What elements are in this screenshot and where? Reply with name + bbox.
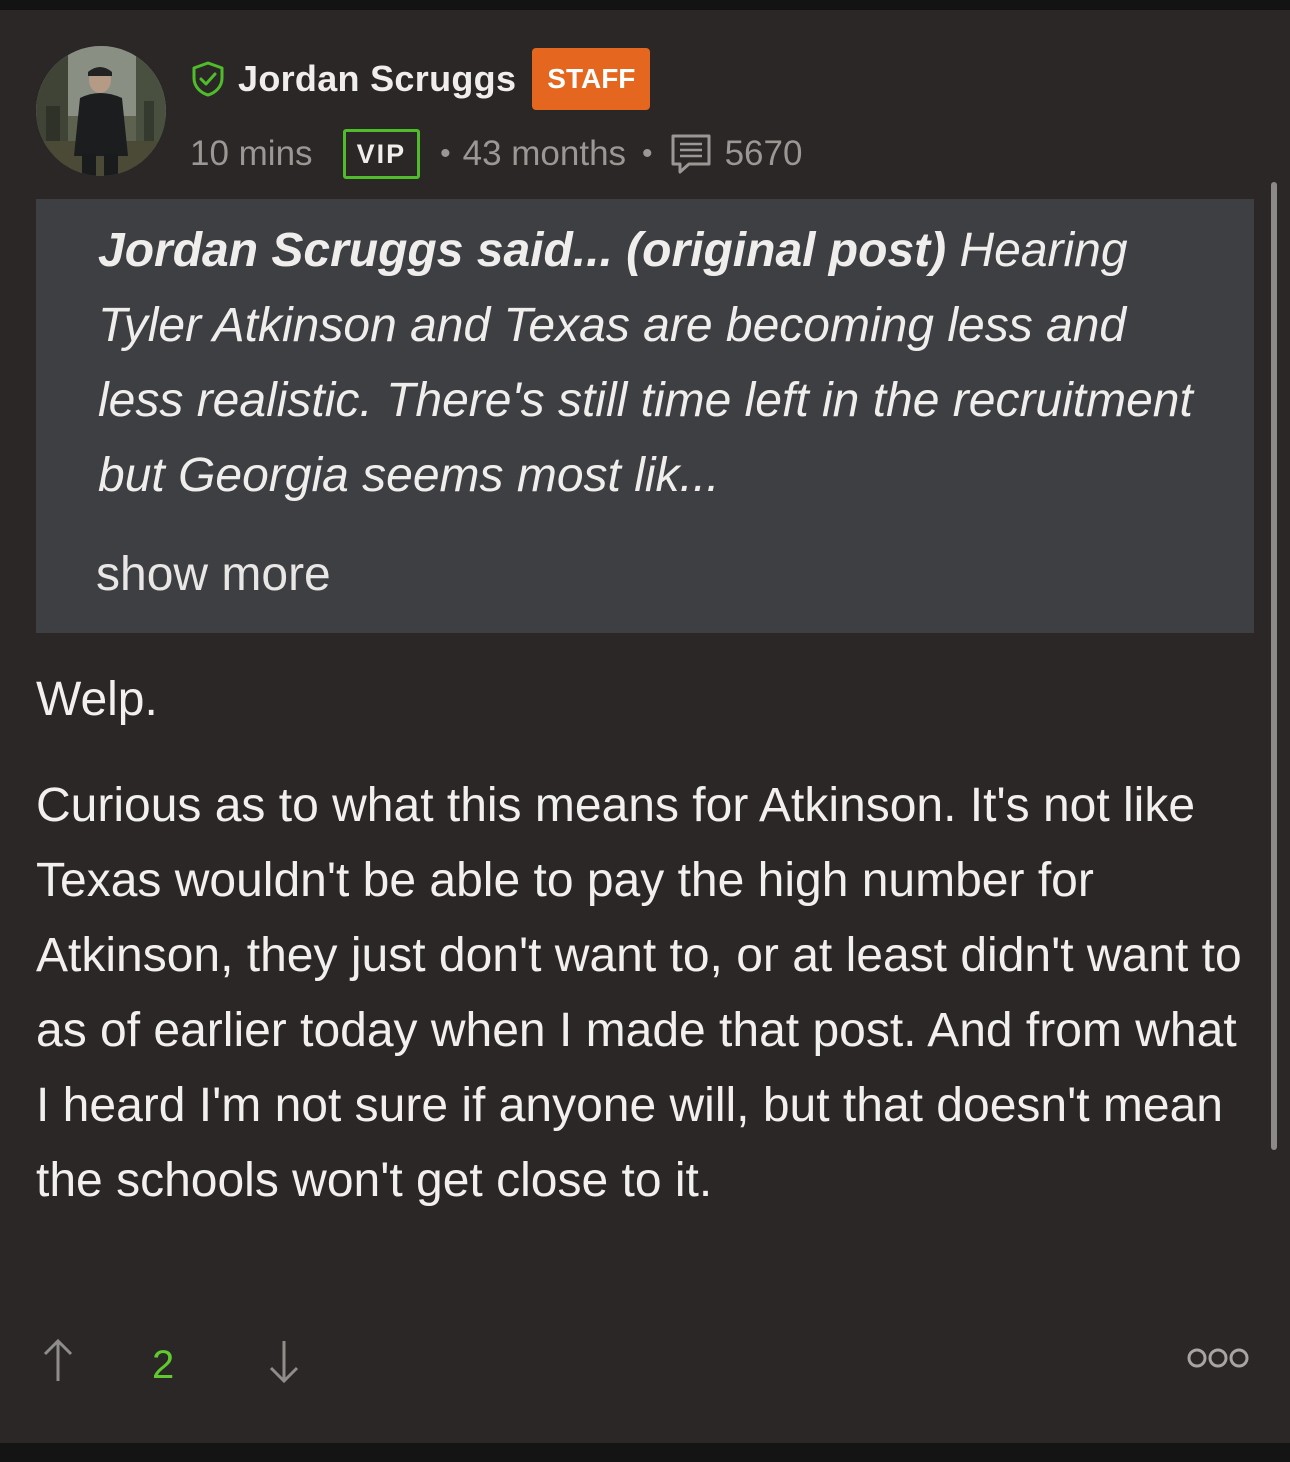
quote-attribution: Jordan Scruggs said... (original post) (98, 224, 947, 277)
scrollbar[interactable] (1271, 182, 1277, 1150)
author-name[interactable]: Jordan Scruggs (238, 58, 516, 100)
member-tenure: 43 months (462, 134, 627, 173)
vip-badge: VIP (342, 129, 421, 179)
post-body-paragraph: Curious as to what this means for Atkins… (36, 779, 1242, 1207)
post-card: Jordan Scruggs STAFF 10 mins VIP • 43 mo… (0, 10, 1290, 1443)
show-more-link[interactable]: show more (96, 547, 331, 602)
arrow-down-icon[interactable] (266, 1337, 302, 1385)
meta-separator: • (642, 137, 653, 170)
quoted-post: Jordan Scruggs said... (original post) H… (36, 199, 1254, 633)
meta-separator: • (440, 137, 451, 170)
avatar[interactable] (36, 46, 166, 176)
comment-icon (671, 134, 711, 174)
quote-text: Jordan Scruggs said... (original post) H… (98, 213, 1208, 513)
author-row: Jordan Scruggs STAFF (190, 48, 651, 110)
post-meta: 10 mins VIP • 43 months • 5670 (190, 122, 802, 186)
shield-check-icon (192, 61, 224, 97)
post-body-paragraph: Welp. (36, 673, 158, 726)
bottom-edge (0, 1443, 1290, 1462)
post-time: 10 mins (190, 134, 313, 173)
staff-badge: STAFF (532, 48, 651, 110)
arrow-up-icon[interactable] (40, 1337, 76, 1385)
vote-count: 2 (152, 1343, 175, 1387)
top-edge (0, 0, 1290, 10)
post-count: 5670 (724, 134, 803, 173)
more-options-icon[interactable] (1186, 1347, 1250, 1369)
